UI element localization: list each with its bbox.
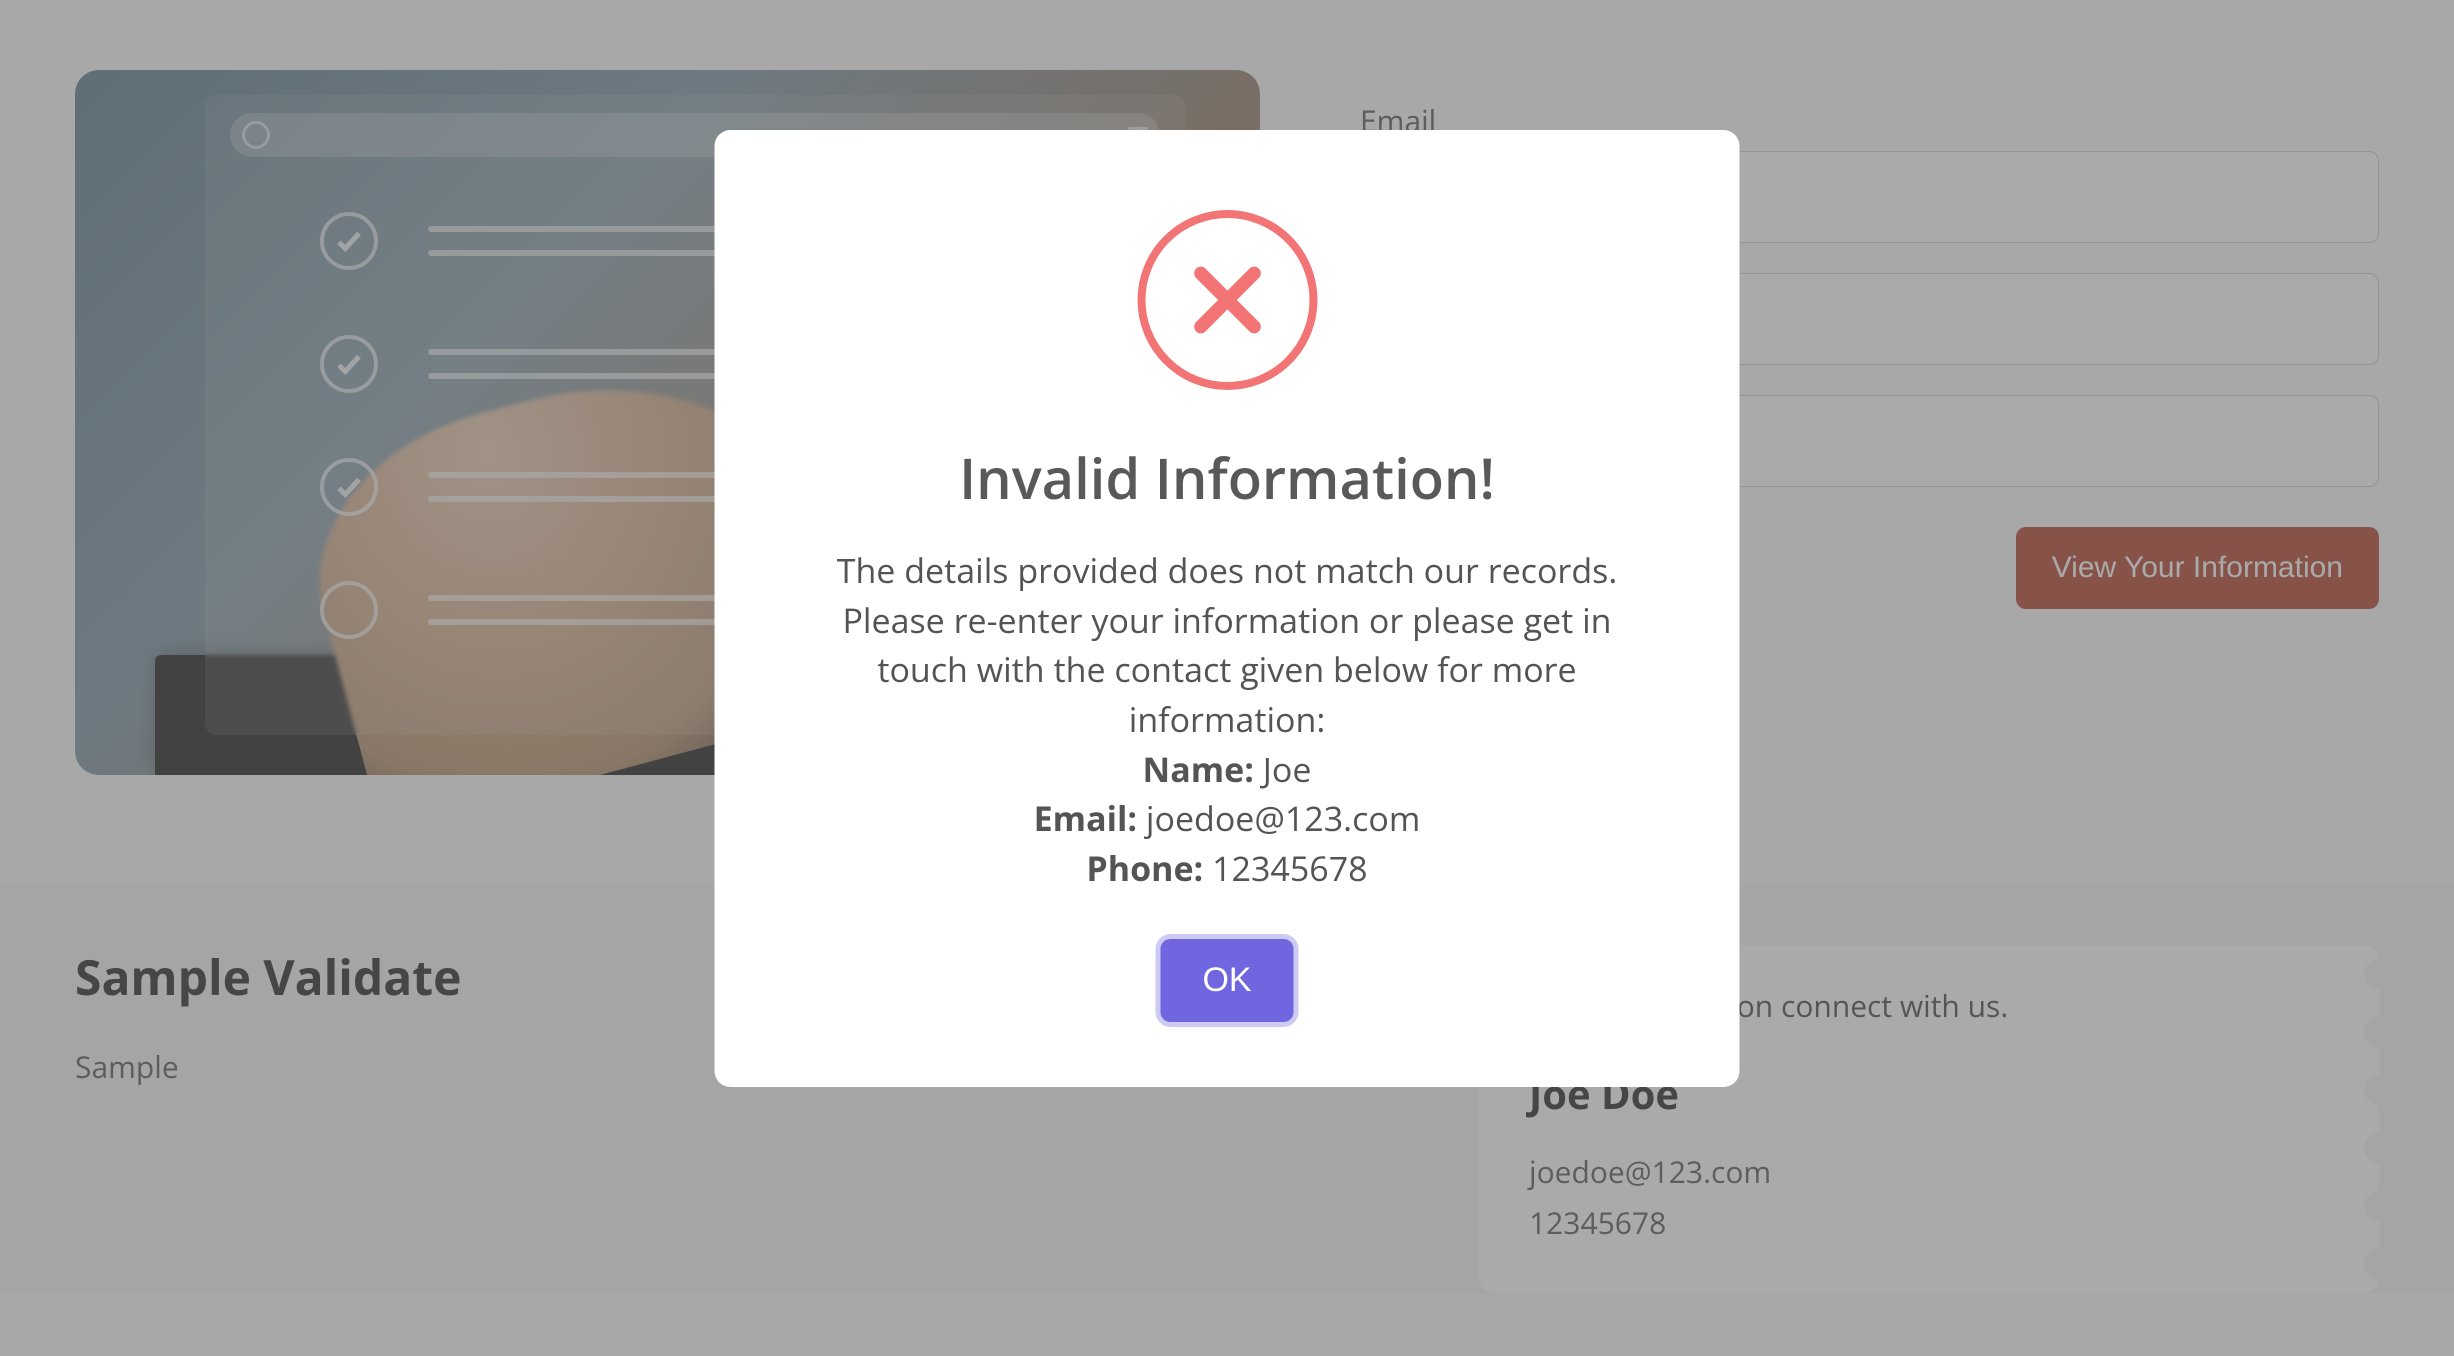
modal-name-value: Joe bbox=[1263, 746, 1312, 792]
modal-email-label: Email: bbox=[1034, 795, 1137, 841]
error-icon bbox=[1137, 210, 1317, 390]
modal-body: The details provided does not match our … bbox=[795, 546, 1660, 893]
modal-message: The details provided does not match our … bbox=[795, 546, 1660, 745]
modal-email-value: joedoe@123.com bbox=[1146, 795, 1420, 841]
ok-button[interactable]: OK bbox=[1160, 939, 1293, 1022]
error-modal: Invalid Information! The details provide… bbox=[715, 130, 1740, 1087]
modal-phone-value: 12345678 bbox=[1212, 845, 1368, 891]
modal-name-label: Name: bbox=[1143, 746, 1254, 792]
modal-phone-label: Phone: bbox=[1086, 845, 1203, 891]
modal-title: Invalid Information! bbox=[795, 440, 1660, 516]
